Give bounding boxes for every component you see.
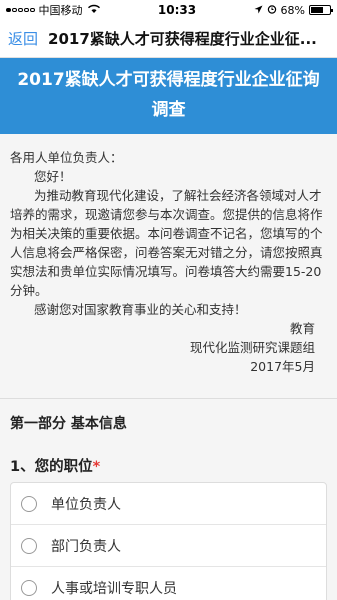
- intro-salutation: 各用人单位负责人：: [10, 150, 123, 165]
- option-hr-training-staff[interactable]: 人事或培训专职人员: [11, 567, 326, 600]
- intro-paragraph: 为推动教育现代化建设，了解社会经济各领域对人才培养的需求，现邀请您参与本次调查。…: [10, 188, 323, 298]
- back-button[interactable]: 返回: [8, 28, 38, 49]
- survey-title-banner: 2017紧缺人才可获得程度行业企业征询调查: [0, 58, 337, 134]
- status-bar: 中国移动 10:33 68%: [0, 0, 337, 20]
- option-label: 部门负责人: [51, 538, 121, 555]
- question-1-label: 1、您的职位*: [0, 443, 337, 482]
- signature-line-1: 教育: [289, 321, 315, 336]
- battery-percent: 68%: [280, 3, 305, 17]
- option-unit-leader[interactable]: 单位负责人: [11, 483, 326, 525]
- alarm-icon: [267, 4, 277, 17]
- signature-line-2: 现代化监测研究课题组: [189, 340, 315, 355]
- option-label: 单位负责人: [51, 496, 121, 513]
- carrier-name: 中国移动: [38, 4, 83, 17]
- navigation-bar: 返回 2017紧缺人才可获得程度行业企业征...: [0, 20, 337, 58]
- radio-button[interactable]: [21, 580, 37, 596]
- radio-button[interactable]: [21, 537, 37, 554]
- status-left: 中国移动: [6, 2, 101, 18]
- option-label: 人事或培训专职人员: [51, 581, 177, 597]
- signature-date: 2017年5月: [250, 359, 315, 374]
- section-title: 第一部分 基本信息: [0, 398, 337, 443]
- battery-fill: [311, 7, 324, 13]
- option-department-leader[interactable]: 部门负责人: [11, 525, 326, 567]
- page-title: 2017紧缺人才可获得程度行业企业征...: [48, 30, 317, 48]
- survey-introduction: 各用人单位负责人： 您好！ 为推动教育现代化建设，了解社会经济各领域对人才培养的…: [0, 134, 337, 386]
- question-1-text: 1、您的职位: [10, 459, 93, 475]
- location-arrow-icon: [254, 4, 263, 17]
- intro-thanks: 感谢您对国家教育事业的关心和支持！: [34, 302, 247, 317]
- signal-strength-icon: [6, 7, 35, 13]
- status-right: 68%: [254, 3, 333, 17]
- battery-icon: [309, 5, 333, 15]
- status-time: 10:33: [157, 3, 197, 17]
- question-1-options: 单位负责人 部门负责人 人事或培训专职人员: [10, 482, 327, 600]
- wifi-icon: [87, 4, 101, 17]
- radio-button[interactable]: [21, 495, 37, 512]
- required-mark: *: [92, 459, 101, 475]
- intro-greeting: 您好！: [34, 169, 72, 184]
